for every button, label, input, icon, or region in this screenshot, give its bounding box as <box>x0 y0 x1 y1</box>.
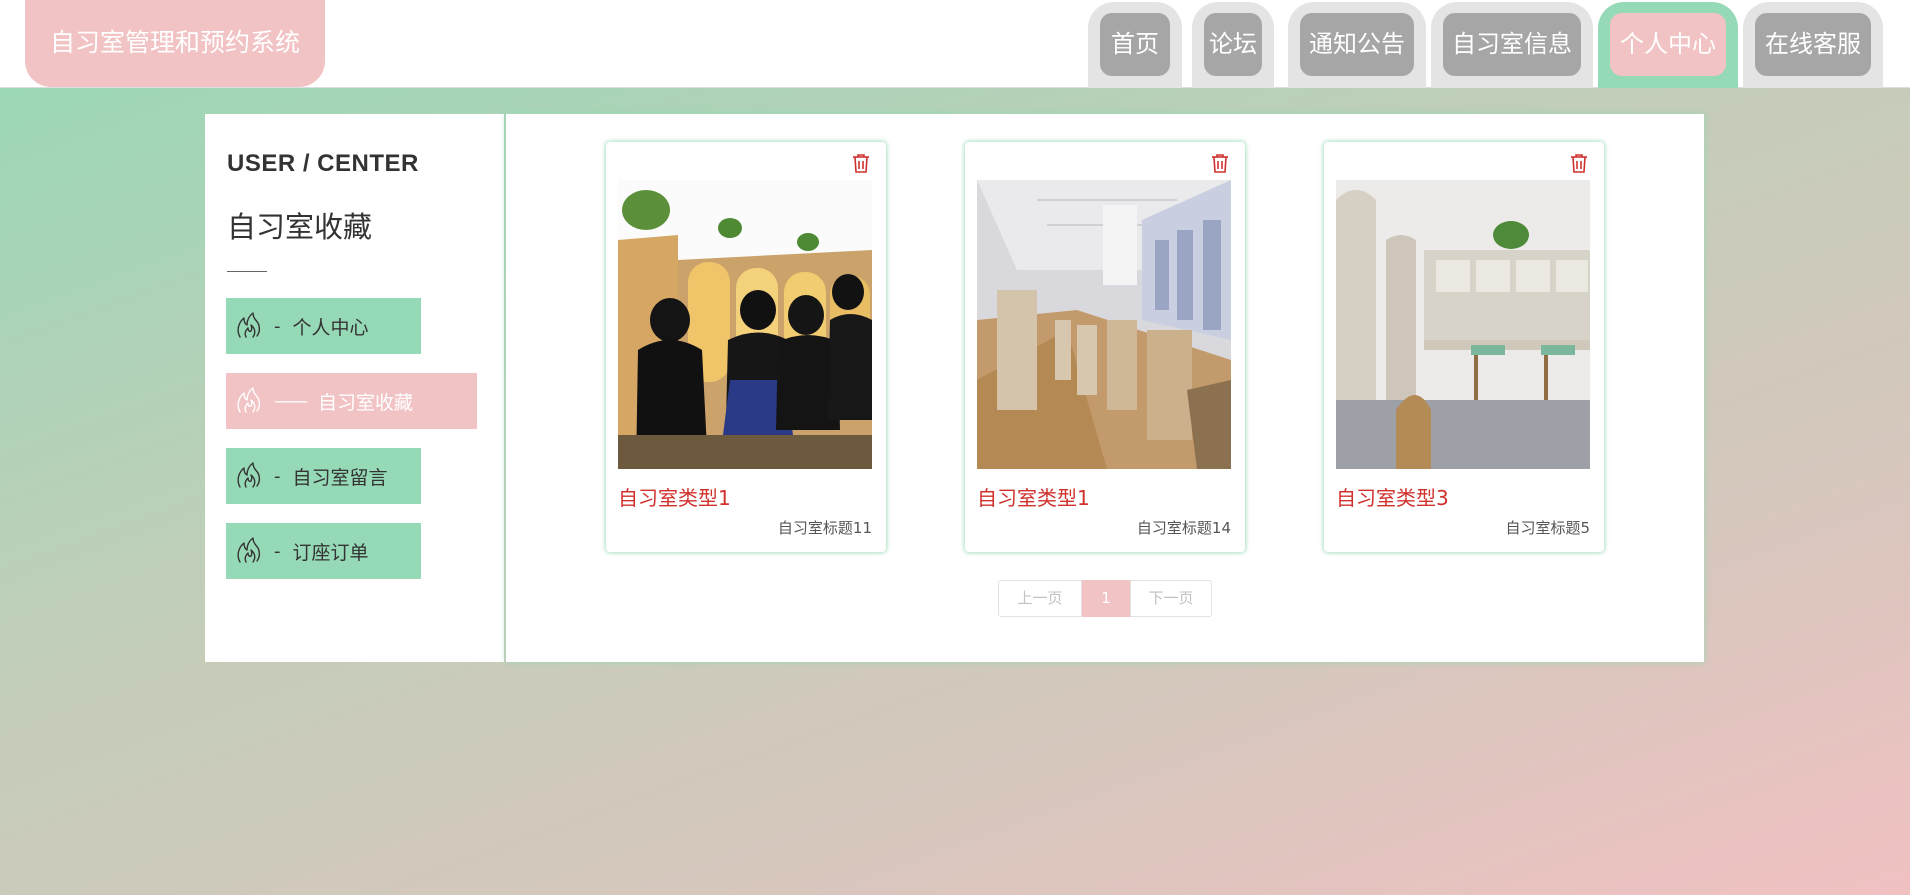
next-page-button[interactable]: 下一页 <box>1130 580 1212 617</box>
nav-tab-user-center[interactable]: 个人中心 <box>1598 2 1738 88</box>
sidebar-title: USER / CENTER <box>227 150 419 177</box>
sidebar-item-user-center[interactable]: - 个人中心 <box>226 298 421 354</box>
room-type-link[interactable]: 自习室类型3 <box>1336 482 1449 511</box>
nav-tab-customer-service[interactable]: 在线客服 <box>1743 2 1883 88</box>
room-photo[interactable] <box>618 180 872 469</box>
sidebar-item-label: 自习室收藏 <box>318 391 414 414</box>
user-center-sidebar: USER / CENTER 自习室收藏 - 个人中心 —— 自习室收藏 - 自习… <box>205 114 504 662</box>
flame-icon <box>237 387 261 413</box>
sidebar-item-label: 自习室留言 <box>292 466 388 489</box>
nav-tab-room-info[interactable]: 自习室信息 <box>1431 2 1593 88</box>
nav-tab-label: 通知公告 <box>1300 13 1414 76</box>
trash-icon[interactable] <box>850 152 872 174</box>
nav-tab-notice[interactable]: 通知公告 <box>1288 2 1426 88</box>
menu-dash: - <box>274 540 281 562</box>
page-number-button[interactable]: 1 <box>1082 580 1130 617</box>
room-title: 自习室标题14 <box>1136 519 1231 537</box>
nav-tab-label: 个人中心 <box>1610 13 1726 76</box>
trash-icon[interactable] <box>1209 152 1231 174</box>
favorites-panel: 自习室类型1 自习室标题11 自习室类型1 自习室标题14 自习室类型3 自习室… <box>506 114 1704 662</box>
room-type-link[interactable]: 自习室类型1 <box>618 482 731 511</box>
top-header: 自习室管理和预约系统 首页 论坛 通知公告 自习室信息 个人中心 在线客服 <box>0 0 1910 88</box>
sidebar-item-label: 订座订单 <box>292 541 369 564</box>
trash-icon[interactable] <box>1568 152 1590 174</box>
room-title: 自习室标题11 <box>777 519 872 537</box>
prev-page-button[interactable]: 上一页 <box>998 580 1082 617</box>
nav-tab-label: 论坛 <box>1204 13 1262 76</box>
nav-tab-label: 在线客服 <box>1755 13 1871 76</box>
favorite-card[interactable]: 自习室类型3 自习室标题5 <box>1324 142 1604 552</box>
room-type-link[interactable]: 自习室类型1 <box>977 482 1090 511</box>
sidebar-item-room-favorites[interactable]: —— 自习室收藏 <box>226 373 477 429</box>
room-photo[interactable] <box>977 180 1231 469</box>
sidebar-subtitle: 自习室收藏 <box>227 210 373 244</box>
flame-icon <box>237 462 261 488</box>
flame-icon <box>237 537 261 563</box>
sidebar-item-label: 个人中心 <box>292 316 369 339</box>
sidebar-divider <box>227 271 267 272</box>
room-photo[interactable] <box>1336 180 1590 469</box>
menu-dash: - <box>274 465 281 487</box>
menu-dash: - <box>274 315 281 337</box>
nav-tab-label: 自习室信息 <box>1443 13 1581 76</box>
room-title: 自习室标题5 <box>1505 519 1590 537</box>
sidebar-item-seat-orders[interactable]: - 订座订单 <box>226 523 421 579</box>
nav-tab-label: 首页 <box>1100 13 1170 76</box>
flame-icon <box>237 312 261 338</box>
pagination: 上一页 1 下一页 <box>998 580 1212 617</box>
site-brand[interactable]: 自习室管理和预约系统 <box>25 0 325 87</box>
nav-tab-home[interactable]: 首页 <box>1088 2 1182 88</box>
menu-dash: —— <box>274 390 308 412</box>
favorite-card[interactable]: 自习室类型1 自习室标题14 <box>965 142 1245 552</box>
favorite-card[interactable]: 自习室类型1 自习室标题11 <box>606 142 886 552</box>
sidebar-item-room-messages[interactable]: - 自习室留言 <box>226 448 421 504</box>
nav-tab-forum[interactable]: 论坛 <box>1192 2 1274 88</box>
